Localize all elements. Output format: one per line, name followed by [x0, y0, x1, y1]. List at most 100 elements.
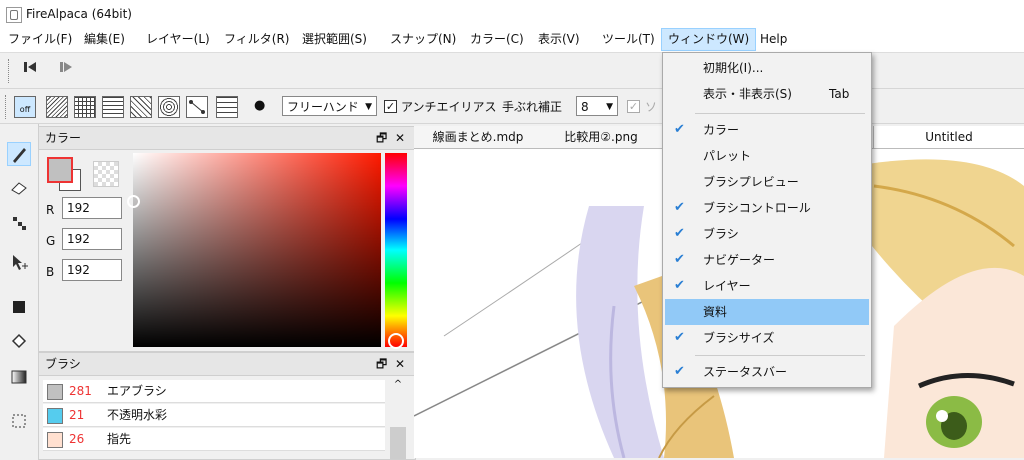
menu-help[interactable]: Help	[754, 28, 793, 50]
window-title: FireAlpaca (64bit)	[26, 7, 132, 21]
stabilizer-label: 手ぶれ補正	[502, 100, 563, 114]
menu-item-navigator[interactable]: ✔ ナビゲーター	[665, 247, 869, 273]
float-icon[interactable]: 🗗	[376, 127, 387, 149]
color-panel: カラー 🗗 ✕ R 192 G 192 B 192	[38, 126, 416, 352]
chevron-down-icon: ▼	[365, 102, 372, 112]
menu-item-color[interactable]: ✔ カラー	[665, 117, 869, 143]
menu-item-reference[interactable]: 資料	[665, 299, 869, 325]
menu-item-label: カラー	[703, 123, 740, 137]
check-icon: ✔	[674, 278, 685, 293]
brush-swatch	[47, 432, 63, 448]
blue-input[interactable]: 192	[62, 259, 122, 281]
menu-item-brush[interactable]: ✔ ブラシ	[665, 221, 869, 247]
r-label: R	[46, 203, 55, 217]
dot-tool-icon[interactable]	[7, 212, 31, 236]
move-tool-icon[interactable]	[7, 252, 31, 276]
select-tool-icon[interactable]	[7, 410, 31, 434]
stabilizer-value: 8	[581, 100, 589, 114]
toolbar-grip[interactable]	[5, 95, 8, 119]
close-icon[interactable]: ✕	[395, 353, 405, 375]
foreground-color-swatch[interactable]	[47, 157, 73, 183]
brush-size: 26	[69, 432, 85, 446]
float-icon[interactable]: 🗗	[376, 353, 387, 375]
brush-item[interactable]: 26 指先	[43, 428, 385, 451]
hue-slider[interactable]	[385, 153, 407, 349]
prev-frame-icon[interactable]	[20, 60, 40, 80]
menu-item-label: ブラシ	[703, 227, 739, 241]
window-menu-dropdown: 初期化(I)... 表示・非表示(S) Tab ✔ カラー パレット ブラシプレ…	[662, 52, 872, 388]
brush-name: 不透明水彩	[107, 408, 168, 422]
check-icon: ✔	[674, 364, 685, 379]
menu-color[interactable]: カラー(C)	[464, 28, 530, 50]
saturation-value-picker[interactable]	[127, 153, 381, 347]
diagonal-pattern-icon[interactable]	[130, 96, 152, 118]
antialias-checkbox[interactable]: ✓	[384, 100, 397, 113]
tab-untitled[interactable]: Untitled	[874, 126, 1024, 148]
menu-item-brush-preview[interactable]: ブラシプレビュー	[665, 169, 869, 195]
menu-edit[interactable]: 編集(E)	[78, 28, 131, 50]
transparent-color-swatch[interactable]	[93, 161, 119, 187]
menu-snap[interactable]: スナップ(N)	[384, 28, 462, 50]
check-icon: ✔	[674, 200, 685, 215]
title-bar: FireAlpaca (64bit)	[0, 0, 1024, 28]
menu-item-label: 表示・非表示(S)	[703, 87, 792, 101]
scroll-thumb[interactable]	[390, 427, 406, 459]
menu-bar: ファイル(F) 編集(E) レイヤー(L) フィルタ(R) 選択範囲(S) スナ…	[0, 28, 1024, 53]
close-icon[interactable]: ✕	[395, 127, 405, 149]
brush-item[interactable]: 281 エアブラシ	[43, 380, 385, 403]
gradient-tool-icon[interactable]	[7, 366, 31, 390]
dot-icon[interactable]: ●	[254, 98, 265, 113]
brush-item[interactable]: 21 不透明水彩	[43, 404, 385, 427]
menu-tool[interactable]: ツール(T)	[596, 28, 661, 50]
menu-item-label: ブラシプレビュー	[703, 175, 799, 189]
stabilizer-select[interactable]: 8 ▼	[576, 96, 618, 116]
menu-view[interactable]: 表示(V)	[532, 28, 586, 50]
horizontal-lines-icon[interactable]	[102, 96, 124, 118]
menu-item-status-bar[interactable]: ✔ ステータスバー	[665, 359, 869, 385]
menu-selection[interactable]: 選択範囲(S)	[296, 28, 373, 50]
curve-pattern-icon[interactable]	[186, 96, 208, 118]
fill-rect-tool-icon[interactable]	[7, 296, 31, 320]
brush-name: 指先	[107, 432, 132, 446]
antialias-label: アンチエイリアス	[401, 100, 497, 114]
b-label: B	[46, 265, 55, 279]
menu-item-brush-size[interactable]: ✔ ブラシサイズ	[665, 325, 869, 351]
menu-filter[interactable]: フィルタ(R)	[218, 28, 295, 50]
check-icon: ✔	[674, 330, 685, 345]
grid-pattern-icon[interactable]	[74, 96, 96, 118]
hue-cursor[interactable]	[388, 333, 404, 349]
app-icon	[6, 7, 22, 23]
green-input[interactable]: 192	[62, 228, 122, 250]
brush-mode-select[interactable]: フリーハンド ▼	[282, 96, 377, 116]
menu-item-palette[interactable]: パレット	[665, 143, 869, 169]
menu-separator	[695, 113, 865, 114]
menu-item-label: ブラシサイズ	[703, 331, 775, 345]
picker-cursor[interactable]	[127, 195, 140, 208]
menu-item-brush-control[interactable]: ✔ ブラシコントロール	[665, 195, 869, 221]
pen-tool-icon[interactable]	[7, 142, 31, 166]
menu-item-layer[interactable]: ✔ レイヤー	[665, 273, 869, 299]
brush-off-icon[interactable]: off	[14, 96, 36, 118]
eraser-tool-icon[interactable]	[7, 176, 31, 200]
scroll-up-icon[interactable]: ^	[388, 379, 408, 390]
menu-item-reset[interactable]: 初期化(I)...	[665, 55, 869, 81]
menu-layer[interactable]: レイヤー(L)	[140, 28, 216, 50]
concentric-pattern-icon[interactable]	[158, 96, 180, 118]
red-input[interactable]: 192	[62, 197, 122, 219]
tab-lineart[interactable]: 線画まとめ.mdp	[414, 126, 543, 148]
tab-compare[interactable]: 比較用②.png	[542, 126, 661, 148]
toolbar-grip[interactable]	[8, 59, 11, 83]
brush-panel: ブラシ 🗗 ✕ 281 エアブラシ 21 不透明水彩 26 指先 ^	[38, 352, 416, 460]
clipped-checkbox[interactable]: ✓	[627, 100, 640, 113]
brush-scrollbar[interactable]: ^	[388, 379, 408, 459]
brush-name: エアブラシ	[107, 384, 167, 398]
bucket-tool-icon[interactable]	[7, 330, 31, 354]
perspective-pattern-icon[interactable]	[216, 96, 238, 118]
hatch-pattern-icon[interactable]	[46, 96, 68, 118]
menu-item-toggle-visibility[interactable]: 表示・非表示(S) Tab	[665, 81, 869, 107]
menu-file[interactable]: ファイル(F)	[2, 28, 78, 50]
menu-item-label: 初期化(I)...	[703, 61, 764, 75]
next-frame-icon[interactable]	[56, 60, 76, 80]
brush-swatch	[47, 384, 63, 400]
menu-window[interactable]: ウィンドウ(W)	[661, 28, 757, 51]
